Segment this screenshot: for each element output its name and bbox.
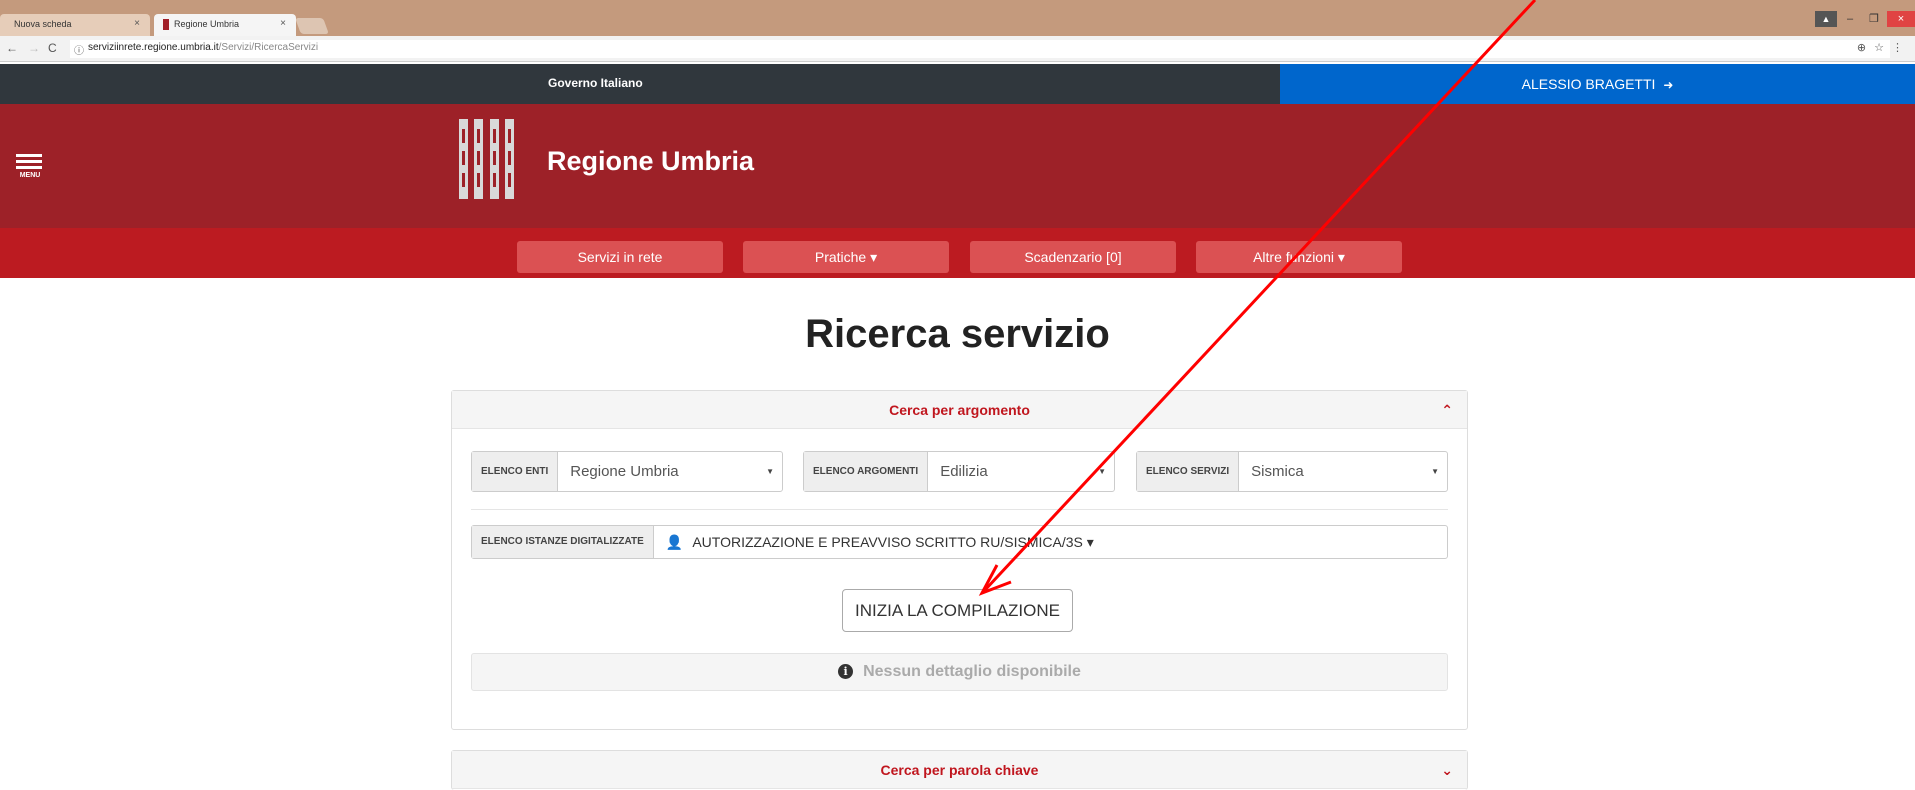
istanze-value: AUTORIZZAZIONE E PREAVVISO SCRITTO RU/SI… <box>692 534 1094 550</box>
nav-scadenzario[interactable]: Scadenzario [0] <box>970 241 1176 273</box>
panel-header[interactable]: Cerca per parola chiave ⌄ <box>452 751 1467 789</box>
enti-select-group: ELENCO ENTI Regione Umbria ▼ <box>471 451 783 492</box>
favicon-icon <box>163 19 169 30</box>
panel-header[interactable]: Cerca per argomento ⌃ <box>452 391 1467 429</box>
caret-down-icon: ▼ <box>1431 467 1439 476</box>
profile-icon[interactable]: ▲ <box>1815 11 1837 27</box>
caret-down-icon: ▼ <box>1098 467 1106 476</box>
chevron-up-icon[interactable]: ⌃ <box>1441 391 1453 429</box>
istanze-group: ELENCO ISTANZE DIGITALIZZATE 👤 AUTORIZZA… <box>471 525 1448 559</box>
istanze-dropdown[interactable]: 👤 AUTORIZZAZIONE E PREAVVISO SCRITTO RU/… <box>654 526 1447 558</box>
panel-title: Cerca per parola chiave <box>880 762 1039 778</box>
browser-tab-bar: Nuova scheda × Regione Umbria × ▲ – ❐ × <box>0 0 1915 36</box>
enti-select[interactable]: Regione Umbria ▼ <box>558 452 782 491</box>
gov-bar: Governo Italiano <box>0 64 1280 104</box>
enti-value: Regione Umbria <box>570 463 679 480</box>
argomenti-label: ELENCO ARGOMENTI <box>804 452 929 491</box>
menu-label: MENU <box>19 172 41 179</box>
browser-tab-regione[interactable]: Regione Umbria × <box>154 14 296 36</box>
info-text: Nessun dettaglio disponibile <box>863 663 1081 680</box>
reload-button[interactable]: C <box>48 41 57 55</box>
user-key-icon: 👤 <box>665 534 684 550</box>
info-box: i Nessun dettaglio disponibile <box>471 653 1448 691</box>
close-window-button[interactable]: × <box>1887 11 1915 27</box>
url-path: /Servizi/RicercaServizi <box>218 42 319 53</box>
divider <box>471 509 1448 510</box>
tab-label: Nuova scheda <box>14 19 72 29</box>
info-icon: i <box>838 664 854 679</box>
minimize-button[interactable]: – <box>1839 11 1861 27</box>
servizi-select-group: ELENCO SERVIZI Sismica ▼ <box>1136 451 1448 492</box>
nav-altre-funzioni[interactable]: Altre funzioni ▾ <box>1196 241 1402 273</box>
servizi-value: Sismica <box>1251 463 1304 480</box>
url-input[interactable]: ⓘ serviziinrete.regione.umbria.it/Serviz… <box>70 40 1890 58</box>
address-bar: ← → C ⓘ serviziinrete.regione.umbria.it/… <box>0 36 1915 62</box>
menu-button[interactable]: MENU <box>16 154 44 179</box>
istanze-label: ELENCO ISTANZE DIGITALIZZATE <box>472 526 654 558</box>
regione-umbria-logo[interactable] <box>459 119 514 199</box>
enti-label: ELENCO ENTI <box>472 452 559 491</box>
argomenti-value: Edilizia <box>940 463 988 480</box>
servizi-select[interactable]: Sismica ▼ <box>1239 452 1447 491</box>
nav-servizi-in-rete[interactable]: Servizi in rete <box>517 241 723 273</box>
back-button[interactable]: ← <box>6 41 18 55</box>
argomenti-select-group: ELENCO ARGOMENTI Edilizia ▼ <box>803 451 1115 492</box>
start-compilation-button[interactable]: INIZIA LA COMPILAZIONE <box>842 589 1073 632</box>
gov-label[interactable]: Governo Italiano <box>548 76 643 90</box>
forward-button[interactable]: → <box>28 41 40 55</box>
browser-tab-new[interactable]: Nuova scheda × <box>0 14 150 36</box>
servizi-label: ELENCO SERVIZI <box>1137 452 1240 491</box>
chevron-down-icon[interactable]: ⌄ <box>1441 751 1453 789</box>
site-title[interactable]: Regione Umbria <box>547 146 754 177</box>
url-host: serviziinrete.regione.umbria.it <box>88 42 219 53</box>
main-nav: Servizi in rete Pratiche ▾ Scadenzario [… <box>0 228 1915 278</box>
window-controls: ▲ – ❐ × <box>1815 11 1915 29</box>
caret-down-icon: ▼ <box>766 467 774 476</box>
panel-cerca-parola-chiave: Cerca per parola chiave ⌄ <box>451 750 1468 790</box>
address-bar-icons[interactable]: ⊕☆⋮ <box>1857 41 1911 54</box>
site-info-icon[interactable]: ⓘ <box>74 42 84 57</box>
hamburger-icon <box>16 154 44 169</box>
tab-close-icon[interactable]: × <box>134 18 140 29</box>
new-tab-button[interactable] <box>295 18 329 34</box>
logout-icon[interactable]: ➜ <box>1663 78 1673 92</box>
nav-pratiche[interactable]: Pratiche ▾ <box>743 241 949 273</box>
tab-close-icon[interactable]: × <box>280 18 286 29</box>
page-title: Ricerca servizio <box>805 312 1110 356</box>
argomenti-select[interactable]: Edilizia ▼ <box>928 452 1114 491</box>
maximize-button[interactable]: ❐ <box>1863 11 1885 27</box>
user-name: ALESSIO BRAGETTI <box>1521 76 1656 92</box>
user-menu[interactable]: ALESSIO BRAGETTI ➜ <box>1280 64 1915 104</box>
site-header: MENU Regione Umbria <box>0 104 1915 228</box>
panel-title: Cerca per argomento <box>889 402 1030 418</box>
tab-label: Regione Umbria <box>174 19 240 29</box>
